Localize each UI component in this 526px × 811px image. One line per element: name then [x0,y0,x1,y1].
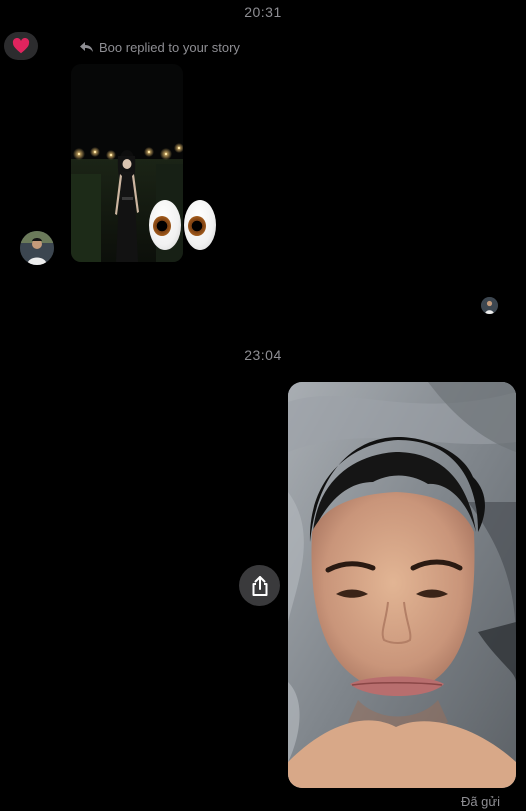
sender-avatar[interactable] [20,231,54,265]
eyes-emoji-reaction [149,200,216,250]
right-eye [184,200,216,250]
heart-reaction[interactable] [4,32,38,60]
timestamp-2: 23:04 [244,347,282,363]
timestamp-1: 20:31 [244,4,282,20]
share-icon [252,575,267,596]
heart-icon [12,38,30,54]
story-reply-header: Boo replied to your story [80,40,240,55]
avatar-image [20,231,54,265]
share-button[interactable] [239,565,280,606]
sent-status: Đã gửi [460,794,500,809]
story-reply-label: Boo replied to your story [99,40,240,55]
reply-arrow-icon [80,42,93,52]
sent-photo[interactable] [288,382,516,788]
selfie-image [288,382,516,788]
seen-avatar [481,297,498,314]
avatar-image-small [481,297,498,314]
left-eye [149,200,181,250]
